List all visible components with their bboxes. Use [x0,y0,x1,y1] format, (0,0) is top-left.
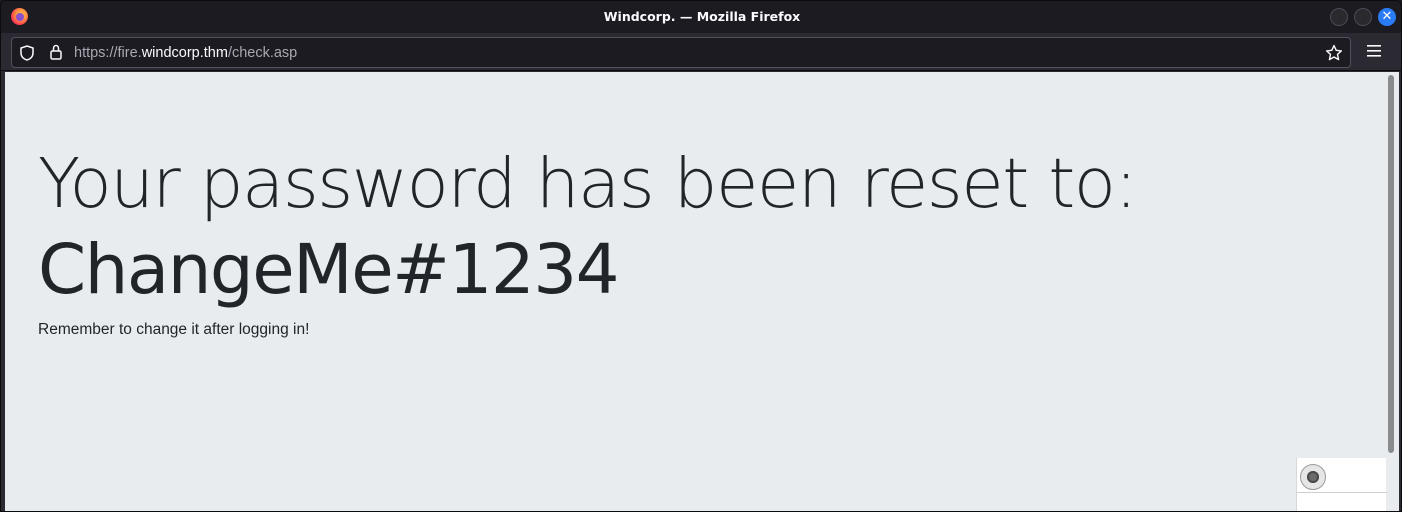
window-title: Windcorp. — Mozilla Firefox [603,9,801,24]
minimize-button[interactable] [1330,8,1348,26]
url-host: windcorp.thm [141,45,228,61]
navigation-toolbar: https://fire.windcorp.thm/check.asp [1,33,1401,71]
vertical-scrollbar[interactable] [1388,75,1394,453]
close-button[interactable]: ✕ [1378,8,1396,26]
page-content: Your password has been reset to: ChangeM… [5,72,1399,511]
url-bar[interactable]: https://fire.windcorp.thm/check.asp [11,37,1351,68]
widget-divider [1297,492,1387,493]
floating-widget [1296,458,1387,511]
url-text[interactable]: https://fire.windcorp.thm/check.asp [74,45,297,61]
record-icon[interactable] [1300,464,1326,490]
browser-window: Windcorp. — Mozilla Firefox ✕ https://fi… [0,0,1402,512]
maximize-button[interactable] [1354,8,1372,26]
new-password: ChangeMe#1234 [38,230,620,310]
hamburger-menu-icon[interactable] [1365,43,1383,59]
url-path: /check.asp [227,45,298,61]
lock-icon[interactable] [49,44,63,60]
reset-headline: Your password has been reset to: [38,144,1138,224]
title-bar[interactable]: Windcorp. — Mozilla Firefox ✕ [1,1,1401,33]
reminder-note: Remember to change it after logging in! [38,321,310,338]
star-icon[interactable] [1325,44,1343,62]
close-icon: ✕ [1381,9,1393,24]
url-scheme: https://fire. [74,45,142,61]
shield-icon[interactable] [20,45,34,61]
